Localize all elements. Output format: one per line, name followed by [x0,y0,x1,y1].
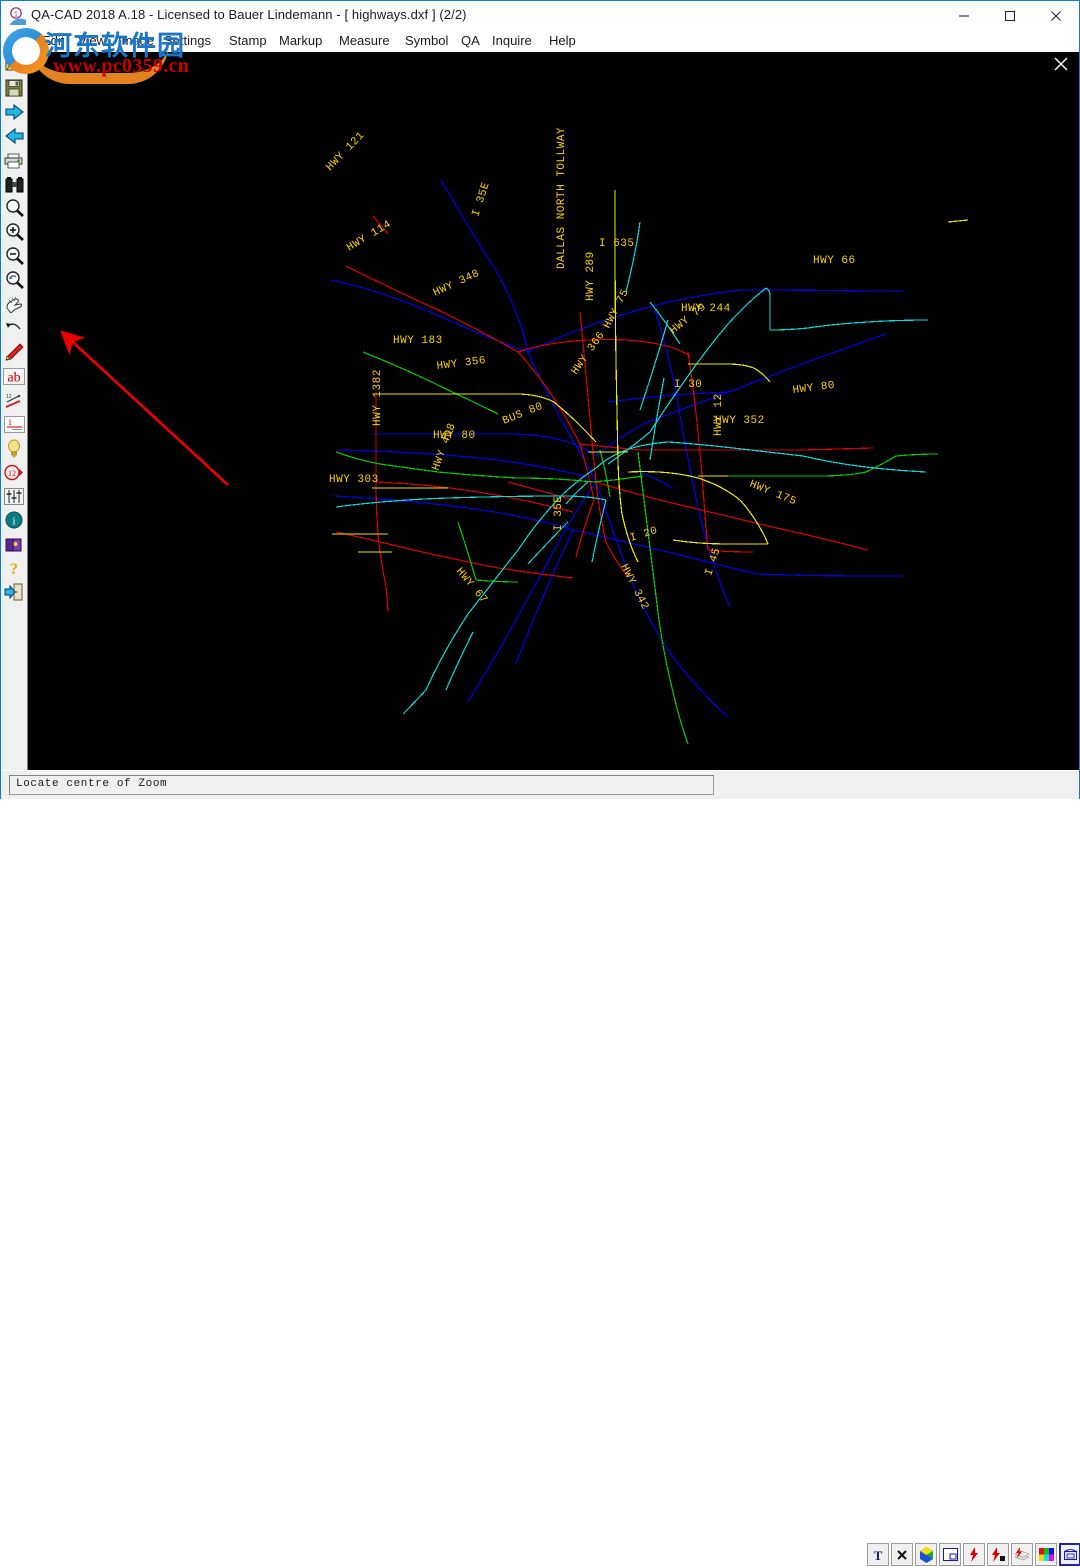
measure-distance-icon[interactable]: 12 [1,388,27,412]
print-icon[interactable] [1,148,27,172]
color-palette-icon[interactable] [1035,1543,1057,1566]
menu-inquire[interactable]: Inquire [492,33,532,50]
window-title: QA-CAD 2018 A.18 - Licensed to Bauer Lin… [31,7,467,22]
svg-text:1: 1 [8,418,12,427]
close-window-button[interactable] [1033,1,1079,31]
info-icon[interactable]: i [1,508,27,532]
status-message-field: Locate centre of Zoom [9,775,714,795]
svg-text:T: T [874,1548,883,1562]
zoom-in-icon[interactable] [1,220,27,244]
three-d-cube-icon[interactable] [915,1543,937,1566]
menu-image[interactable]: Image [118,33,154,50]
pan-hand-icon[interactable] [1,292,27,316]
status-tool-buttons: T [867,1543,1080,1567]
menu-stamp[interactable]: Stamp [229,33,267,50]
menu-file[interactable]: File [9,33,30,50]
menu-bar: File Edit View Image Settings Stamp Mark… [1,31,1079,52]
title-bar: 1 QA-CAD 2018 A.18 - Licensed to Bauer L… [1,1,1079,31]
book-icon[interactable] [1,532,27,556]
menu-qa[interactable]: QA [461,33,480,50]
menu-markup[interactable]: Markup [279,33,322,50]
left-toolbar: ab 12 1 12 i ? [1,52,28,770]
lightning-single-icon[interactable] [963,1543,985,1566]
menu-settings[interactable]: Settings [164,33,211,50]
revision-cloud-icon[interactable]: 12 [1,460,27,484]
minimize-button[interactable] [941,1,987,31]
zoom-out-icon[interactable] [1,244,27,268]
save-file-icon[interactable] [1,76,27,100]
canvas-close-icon[interactable] [1053,56,1071,74]
svg-text:12: 12 [6,394,12,400]
svg-text:ab: ab [7,370,20,385]
pencil-icon[interactable] [1,340,27,364]
delete-tool-icon[interactable] [891,1543,913,1566]
highlight-bulb-icon[interactable] [1,436,27,460]
svg-text:1: 1 [14,12,18,19]
markup-arrow-annotation[interactable] [28,52,1079,770]
lightning-stop-icon[interactable] [987,1543,1009,1566]
numbering-icon[interactable]: 1 [1,412,27,436]
status-secondary-field [717,775,862,795]
svg-text:12: 12 [8,469,16,478]
maximize-button[interactable] [987,1,1033,31]
help-question-icon[interactable]: ? [1,556,27,580]
undo-icon[interactable] [1,316,27,340]
next-arrow-icon[interactable] [1,100,27,124]
window-layout-icon[interactable] [939,1543,961,1566]
adjust-sliders-icon[interactable] [1,484,27,508]
zoom-previous-icon[interactable] [1,268,27,292]
svg-text:?: ? [10,561,18,577]
save-view-icon[interactable] [1059,1543,1080,1566]
text-ab-icon[interactable]: ab [1,364,27,388]
text-tool-icon[interactable]: T [867,1543,889,1566]
previous-arrow-icon[interactable] [1,124,27,148]
menu-view[interactable]: View [78,33,106,50]
menu-help[interactable]: Help [549,33,576,50]
menu-edit[interactable]: Edit [42,33,64,50]
open-file-icon[interactable] [1,52,27,76]
binoculars-icon[interactable] [1,172,27,196]
status-bar: Locate centre of Zoom T [1,771,1080,1566]
exit-door-icon[interactable] [1,580,27,604]
drawing-canvas[interactable]: HWY 121 I 35E I 635 HWY 66 HWY 114 DALLAS NOR… [28,52,1079,770]
menu-measure[interactable]: Measure [339,33,390,50]
qa-cad-logo-icon: 1 [9,7,27,25]
svg-text:i: i [12,516,15,528]
menu-symbol[interactable]: Symbol [405,33,448,50]
lightning-layers-icon[interactable] [1011,1543,1033,1566]
magnifier-icon[interactable] [1,196,27,220]
application-window: 1 QA-CAD 2018 A.18 - Licensed to Bauer L… [0,0,1080,1566]
status-message-text: Locate centre of Zoom [16,778,168,790]
